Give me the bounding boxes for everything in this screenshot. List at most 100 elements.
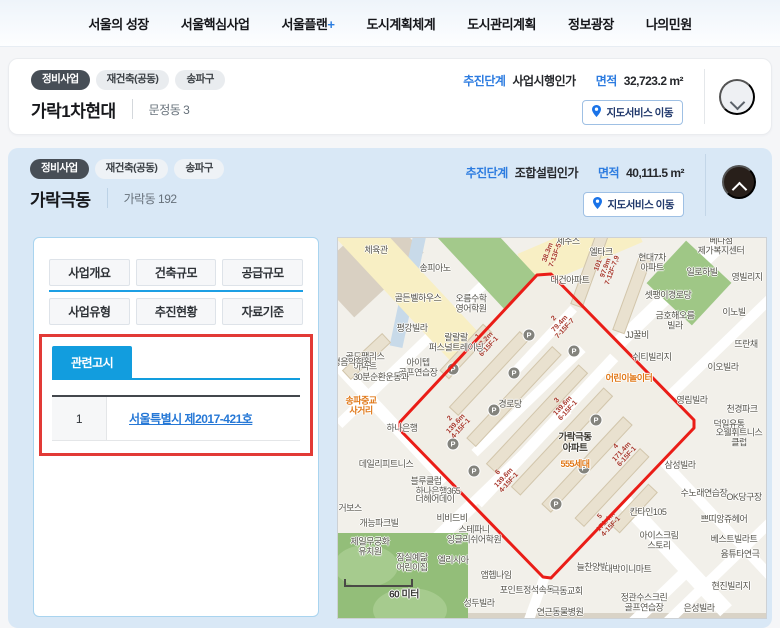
expand-card-button[interactable] xyxy=(719,79,755,115)
map-label: 이노빌 xyxy=(722,307,745,317)
table-row: 1 서울특별시 제2017-421호 xyxy=(52,396,300,441)
map-label: 송파중교 사거리 xyxy=(345,396,376,417)
tag-business-type: 정비사업 xyxy=(31,70,90,90)
map-label: 현진빌리지 xyxy=(712,581,751,591)
map-label: 잠실예닮 어린이집 xyxy=(396,553,427,574)
map-label: 칸타인105 xyxy=(630,507,667,517)
nav-item-seoul-growth[interactable]: 서울의 성장 xyxy=(88,14,148,33)
map-label: 영빌리지 xyxy=(731,272,762,282)
project-address: 문정동 3 xyxy=(149,101,190,118)
stage-label: 추진단계 xyxy=(466,166,508,180)
tab-supply-scale[interactable]: 공급규모 xyxy=(222,259,303,286)
map-service-button[interactable]: 지도서비스 이동 xyxy=(582,100,683,125)
map-label: 오름수학 영어학원 xyxy=(455,294,486,315)
tag-district: 송파구 xyxy=(175,70,224,90)
map-label: 현대7차 아파트 xyxy=(638,253,666,274)
map-label: 정관수스크린 골프연습장 xyxy=(621,593,668,614)
map-label: 쉬티빌리지 xyxy=(633,352,672,362)
map-label: 555세대 xyxy=(560,459,589,469)
map-label: 제주스 xyxy=(556,237,579,246)
nav-item-seoul-plan[interactable]: 서울플랜+ xyxy=(282,14,335,33)
vertical-divider xyxy=(705,154,706,216)
map-label: 천경파크 xyxy=(726,404,757,414)
tag-rebuild-type: 재건축(공동) xyxy=(96,70,170,90)
map-label: 쁘띠앙쥬헤어 xyxy=(701,514,748,524)
map-label: 삼성빌라 xyxy=(664,460,695,470)
notice-table: 1 서울특별시 제2017-421호 xyxy=(52,395,300,441)
map-label: 이오빌라 xyxy=(707,362,738,372)
map-label: 거보스 xyxy=(338,503,361,513)
map-label: 수노래연습장 xyxy=(681,488,728,498)
annotation-red-box: 관련고시 1 서울특별시 제2017-421호 xyxy=(39,334,313,456)
map-label: 일로하빌 xyxy=(686,267,717,277)
map-label: 엘타크 xyxy=(589,247,612,257)
card-header: 정비사업 재건축(공동) 송파구 가락극동 가락동 192 추진단계조합설립인가… xyxy=(8,148,772,216)
map-label: 제일무궁화 유치원 xyxy=(351,537,390,558)
tab-progress[interactable]: 추진현황 xyxy=(136,298,217,325)
location-pin-icon xyxy=(592,105,601,120)
map-label: 랄랄랄 퍼스널트레이닝 xyxy=(429,333,483,354)
stage-value: 사업시행인가 xyxy=(512,74,575,88)
map-label: 극동교회 xyxy=(551,586,582,596)
map-label: JJ꿀비 xyxy=(625,330,649,340)
nav-item-my-civil[interactable]: 나의민원 xyxy=(646,14,692,33)
detail-panel: 사업개요 건축규모 공급규모 사업유형 추진현황 자료기준 관련고시 1 서울특… xyxy=(33,237,319,617)
area-value: 32,723.2 m² xyxy=(624,74,683,88)
map-label: 골든벨하우스 xyxy=(395,293,442,303)
nav-item-planning-system[interactable]: 도시계획체계 xyxy=(366,14,435,33)
map-service-button[interactable]: 지도서비스 이동 xyxy=(583,192,684,217)
map-label: 스테파니 잉글리쉬어학원 xyxy=(447,525,501,546)
plus-suffix: + xyxy=(327,17,334,32)
map-label: 더헤어데이 xyxy=(416,494,455,504)
nav-item-management-plan[interactable]: 도시관리계획 xyxy=(467,14,536,33)
area-value: 40,111.5 m² xyxy=(626,166,684,180)
map-label: 평강빌라 xyxy=(396,323,427,333)
map-label: 포인트정석속독 xyxy=(500,585,554,595)
map-label: 베나점 제가복지센터 xyxy=(698,237,745,256)
map-scale-label: 60 미터 xyxy=(389,589,419,601)
map-label: 연근동물병원 xyxy=(537,607,584,617)
map-label: 윰튜타연극 xyxy=(721,549,760,559)
row-number: 1 xyxy=(52,396,107,441)
tab-row-2: 사업유형 추진현황 자료기준 xyxy=(49,298,303,325)
nav-item-info-plaza[interactable]: 정보광장 xyxy=(568,14,614,33)
chevron-down-icon xyxy=(729,94,745,110)
map-label: 30분순환운동과 xyxy=(353,372,409,382)
tab-data-basis[interactable]: 자료기준 xyxy=(222,298,303,325)
area-label: 면적 xyxy=(596,74,617,88)
project-card-garak1-hyundai: 정비사업 재건축(공동) 송파구 가락1차현대 문정동 3 추진단계사업시행인가… xyxy=(8,58,772,135)
page: 서울의 성장 서울핵심사업 서울플랜+ 도시계획체계 도시관리계획 정보광장 나… xyxy=(0,0,780,628)
area-label: 면적 xyxy=(598,166,619,180)
map-label: 가락극동 아파트 xyxy=(559,433,592,455)
map-label: OK당구장 xyxy=(726,492,761,502)
stage-value: 조합설립인가 xyxy=(515,166,578,180)
tab-business-type[interactable]: 사업유형 xyxy=(49,298,130,325)
map-label: 하나은행 xyxy=(386,423,417,433)
map-label: 대건아파트 xyxy=(551,275,590,285)
map-label: 체육관 xyxy=(364,245,387,255)
collapse-card-button[interactable] xyxy=(722,165,756,199)
nav-item-core-projects[interactable]: 서울핵심사업 xyxy=(181,14,250,33)
tab-overview[interactable]: 사업개요 xyxy=(49,259,130,286)
project-title: 가락극동 xyxy=(30,186,91,211)
map-canvas[interactable]: PPPPPPPPPP1 102.2m 6-15F-12 79.4m 7-15F-… xyxy=(337,237,767,619)
map-labels-layer: 60 미터 체육관송피아노골든벨하우스오름수학 영어학원평강빌라랄랄랄 퍼스널트… xyxy=(338,238,766,618)
chevron-up-icon xyxy=(731,182,747,198)
project-title: 가락1차현대 xyxy=(31,97,116,122)
title-divider xyxy=(132,99,133,119)
location-pin-icon xyxy=(593,197,602,212)
map-label: 성두빌라 xyxy=(463,598,494,608)
tab-building-scale[interactable]: 건축규모 xyxy=(136,259,217,286)
top-navigation: 서울의 성장 서울핵심사업 서울플랜+ 도시계획체계 도시관리계획 정보광장 나… xyxy=(0,0,780,47)
map-label: 금호해오름 빌라 xyxy=(656,311,695,332)
notice-link[interactable]: 서울특별시 제2017-421호 xyxy=(129,412,252,426)
map-label: 아이스크림 스토리 xyxy=(640,531,679,552)
map-scale-bar xyxy=(344,579,413,587)
active-tab-row: 관련고시 xyxy=(52,346,300,380)
map-label: 은성빌라 xyxy=(683,603,714,613)
map-label: 데일리피트니스 xyxy=(359,459,413,469)
map-label: 앱헵나임 xyxy=(480,570,511,580)
map-label: 비비드비 xyxy=(436,513,467,523)
map-label: 경로당 xyxy=(498,399,521,409)
tab-related-notice-active[interactable]: 관련고시 xyxy=(52,346,132,378)
